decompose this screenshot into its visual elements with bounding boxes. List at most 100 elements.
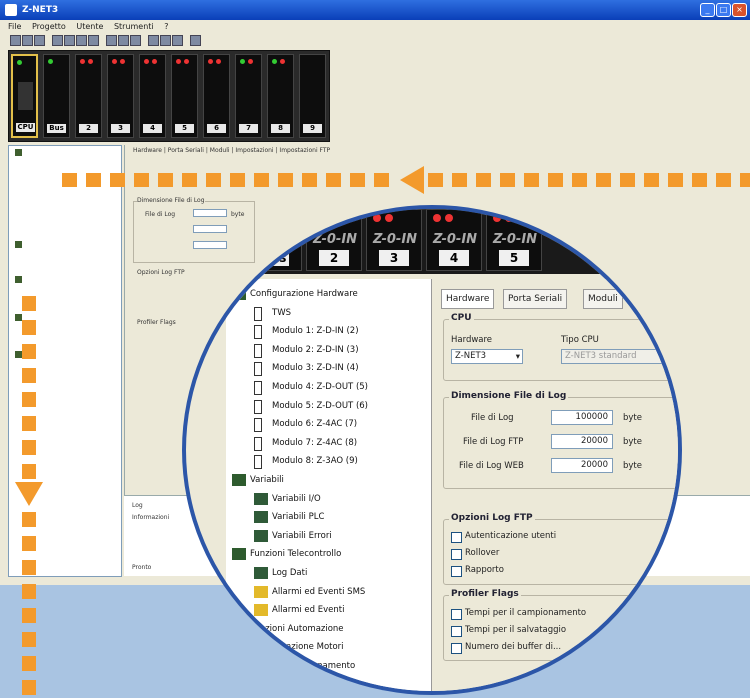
- tree-item[interactable]: Calcolo Portate: [254, 676, 336, 691]
- hardware-select[interactable]: Z-NET3 ▾: [451, 349, 523, 364]
- tree-item[interactable]: Modulo 3: Z-D-IN (4): [254, 359, 359, 377]
- tree-item[interactable]: Modulo 4: Z-D-OUT (5): [254, 378, 368, 396]
- module-label: Bus: [47, 124, 66, 133]
- rack-module-7[interactable]: 7: [235, 54, 262, 138]
- log-file-field[interactable]: 100000: [551, 410, 613, 425]
- menu-help[interactable]: ?: [164, 22, 168, 31]
- tree-item[interactable]: Funzioni Automazione: [232, 620, 344, 638]
- log-ftp-field[interactable]: 20000: [551, 434, 613, 449]
- module-icon: [254, 325, 262, 340]
- status-led: [373, 214, 381, 222]
- rack-module-8[interactable]: 8: [267, 54, 294, 138]
- tree-item[interactable]: Funzioni Telecontrollo: [232, 545, 341, 563]
- tree-item[interactable]: Variabili I/O: [254, 490, 321, 508]
- zoom-module-5[interactable]: Z-0-IN 5: [486, 209, 542, 271]
- auth-label: Autenticazione utenti: [465, 531, 557, 541]
- auth-checkbox[interactable]: [451, 532, 462, 543]
- print-icon[interactable]: [88, 35, 99, 46]
- rack-module-5[interactable]: 5: [171, 54, 198, 138]
- profiler-saving-checkbox[interactable]: [451, 626, 462, 637]
- profiler-buffer-label: Numero dei buffer di...: [465, 642, 562, 652]
- zoom-module-3[interactable]: Z-0-IN 3: [366, 209, 422, 271]
- module-label: 4: [143, 124, 162, 133]
- module-label: 2: [79, 124, 98, 133]
- tree-item[interactable]: Modulo 1: Z-D-IN (2): [254, 322, 359, 340]
- paste-icon[interactable]: [76, 35, 87, 46]
- tree-item[interactable]: Modulo 5: Z-D-OUT (6): [254, 397, 368, 415]
- tree-item[interactable]: Configurazione Hardware: [232, 285, 358, 303]
- maximize-button[interactable]: □: [716, 3, 731, 17]
- rapporto-checkbox[interactable]: [451, 566, 462, 577]
- tab-hardware[interactable]: Hardware: [441, 289, 495, 309]
- new-icon[interactable]: [10, 35, 21, 46]
- hardware-value: Z-NET3: [455, 351, 487, 361]
- rack-module-bus[interactable]: Bus: [43, 54, 70, 138]
- folder-icon: [15, 149, 22, 156]
- rack-module-9[interactable]: 9: [299, 54, 326, 138]
- tree-item-label: Modulo 4: Z-D-OUT (5): [272, 382, 368, 392]
- tree-item-label: Modulo 2: Z-D-IN (3): [272, 344, 359, 355]
- tree-item-label: Allarmi ed Eventi: [272, 605, 345, 616]
- log-web-field[interactable]: 20000: [551, 458, 613, 473]
- module-icon: [254, 418, 262, 433]
- module-label: Bus: [259, 250, 289, 266]
- rack-module-3[interactable]: 3: [107, 54, 134, 138]
- tree-item[interactable]: TWS: [254, 304, 291, 322]
- tree-item[interactable]: Modulo 6: Z-4AC (7): [254, 415, 357, 433]
- zoomed-project-tree: Configurazione Hardware TWS Modulo 1: Z-D-…: [226, 279, 432, 691]
- rack-module-cpu[interactable]: CPU: [11, 54, 38, 138]
- tree-item[interactable]: Variabili: [232, 471, 284, 489]
- tree-item[interactable]: Variabili Errori: [254, 527, 332, 545]
- help-icon[interactable]: [190, 35, 201, 46]
- close-button[interactable]: ×: [732, 3, 747, 17]
- zoom-module-2[interactable]: Z-0-IN 2: [306, 209, 362, 271]
- zoom-module-bus[interactable]: Z-0-IN Bus: [246, 209, 302, 271]
- tree-item[interactable]: Ore Funzionamento: [254, 657, 355, 675]
- connect-icon[interactable]: [106, 35, 117, 46]
- tree-item-label: Modulo 1: Z-D-IN (2): [272, 326, 359, 337]
- rollover-checkbox[interactable]: [451, 549, 462, 560]
- rack-module-2[interactable]: 2: [75, 54, 102, 138]
- tab-moduli[interactable]: Moduli: [583, 289, 623, 309]
- log-size-title: Dimensione File di Log: [449, 391, 569, 401]
- rack-module-4[interactable]: 4: [139, 54, 166, 138]
- minimize-button[interactable]: _: [700, 3, 715, 17]
- open-icon[interactable]: [22, 35, 33, 46]
- tree-item[interactable]: Modulo 7: Z-4AC (8): [254, 434, 357, 452]
- tree-item[interactable]: Log Dati: [254, 564, 307, 582]
- tree-item[interactable]: Variabili PLC: [254, 508, 324, 526]
- module-label: 7: [239, 124, 258, 133]
- module-label: 5: [499, 250, 529, 266]
- module-label: 2: [319, 250, 349, 266]
- profiler-buffer-checkbox[interactable]: [451, 643, 462, 654]
- status-led: [152, 59, 157, 64]
- copy-icon[interactable]: [64, 35, 75, 46]
- tree-item[interactable]: Modulo 2: Z-D-IN (3): [254, 341, 359, 359]
- monitor-icon[interactable]: [160, 35, 171, 46]
- tree-item-label: Modulo 3: Z-D-IN (4): [272, 363, 359, 374]
- node-icon: [254, 492, 268, 505]
- node-icon: [232, 474, 246, 486]
- rack-module-6[interactable]: 6: [203, 54, 230, 138]
- tree-item[interactable]: Allarmi ed Eventi: [254, 601, 344, 619]
- menu-utente[interactable]: Utente: [76, 22, 103, 31]
- settings-icon[interactable]: [148, 35, 159, 46]
- tree-item[interactable]: Modulo 8: Z-3AO (9): [254, 452, 358, 470]
- download-icon[interactable]: [118, 35, 129, 46]
- module-type-text: Z-0-IN: [313, 232, 358, 247]
- menu-strumenti[interactable]: Strumenti: [114, 22, 154, 31]
- zoom-module-4[interactable]: Z-0-IN 4: [426, 209, 482, 271]
- debug-icon[interactable]: [172, 35, 183, 46]
- menu-file[interactable]: File: [8, 22, 21, 31]
- tab-strip[interactable]: Hardware | Porta Seriali | Moduli | Impo…: [133, 147, 330, 154]
- zoomed-rack: Z-0-IN Bus Z-0-IN 2 Z-0-IN 3 Z-0-IN 4 Z-…: [226, 209, 646, 274]
- cut-icon[interactable]: [52, 35, 63, 46]
- save-icon[interactable]: [34, 35, 45, 46]
- tab-porta-seriali[interactable]: Porta Seriali: [503, 289, 568, 309]
- profiler-sampling-checkbox[interactable]: [451, 609, 462, 620]
- upload-icon[interactable]: [130, 35, 141, 46]
- menu-progetto[interactable]: Progetto: [32, 22, 66, 31]
- tree-item[interactable]: Allarmi ed Eventi SMS: [254, 583, 365, 601]
- tree-item[interactable]: Rotazione Motori: [254, 638, 344, 656]
- cpu-type-field[interactable]: Z-NET3 standard: [561, 349, 671, 364]
